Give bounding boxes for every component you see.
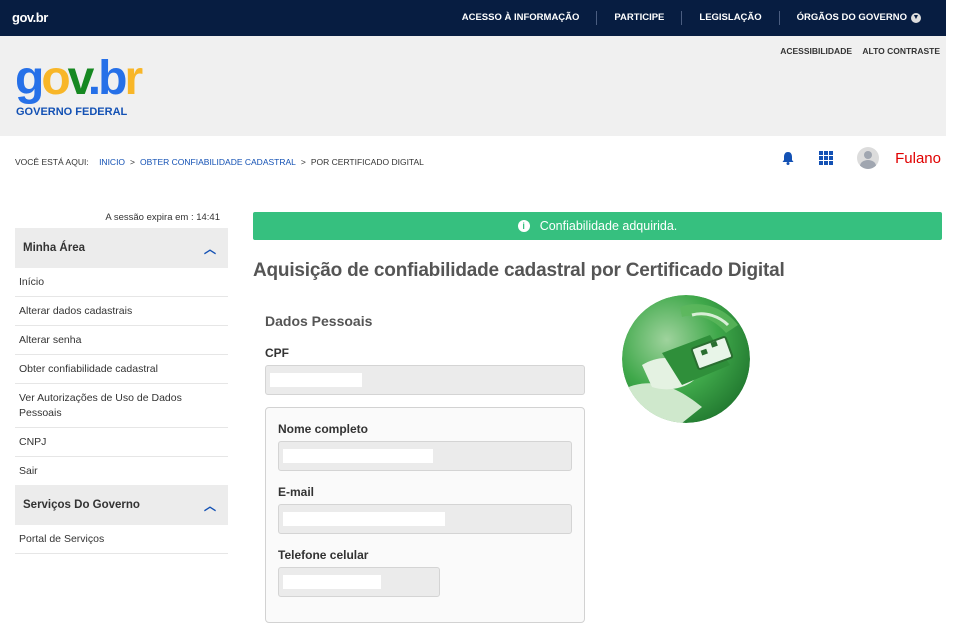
accessibility-links: ACESSIBILIDADE ALTO CONTRASTE xyxy=(772,46,940,56)
bell-icon[interactable] xyxy=(781,151,795,165)
sidebar-item-inicio[interactable]: Início xyxy=(15,268,228,297)
breadcrumb-label: VOCÊ ESTÁ AQUI: xyxy=(15,157,89,167)
sidebar-section-minha-area[interactable]: Minha Área ︿ xyxy=(15,228,228,268)
nav-legislacao[interactable]: LEGISLAÇÃO xyxy=(681,11,778,25)
success-alert: i Confiabilidade adquirida. xyxy=(253,212,942,240)
cpf-field[interactable] xyxy=(265,365,585,395)
chevron-down-icon: ▼ xyxy=(911,13,921,23)
breadcrumb-separator: > xyxy=(130,157,136,167)
nav-participe[interactable]: PARTICIPE xyxy=(596,11,681,25)
header: gov.br GOVERNO FEDERAL ACESSIBILIDADE AL… xyxy=(0,36,946,136)
sidebar-section-title: Serviços Do Governo xyxy=(23,499,140,511)
sidebar-item-cnpj[interactable]: CNPJ xyxy=(15,428,228,457)
cpf-label: CPF xyxy=(265,346,289,360)
sidebar-item-portal-servicos[interactable]: Portal de Serviços xyxy=(15,525,228,554)
phone-label: Telefone celular xyxy=(278,548,369,562)
sidebar-section-servicos[interactable]: Serviços Do Governo ︿ xyxy=(15,485,228,525)
breadcrumb-inicio[interactable]: INICIO xyxy=(99,157,125,167)
user-bar: Fulano xyxy=(781,146,941,170)
govbr-brand-link[interactable]: gov.br xyxy=(12,10,48,25)
sidebar-item-alterar-senha[interactable]: Alterar senha xyxy=(15,326,228,355)
breadcrumb-current: POR CERTIFICADO DIGITAL xyxy=(310,157,424,167)
nav-acesso-informacao[interactable]: ACESSO À INFORMAÇÃO xyxy=(445,11,597,25)
sidebar: A sessão expira em : 14:41 Minha Área ︿ … xyxy=(15,212,228,554)
high-contrast-link[interactable]: ALTO CONTRASTE xyxy=(862,46,940,56)
session-expiry: A sessão expira em : 14:41 xyxy=(105,212,220,223)
breadcrumb-obter-confiabilidade[interactable]: OBTER CONFIABILIDADE CADASTRAL xyxy=(140,157,296,167)
email-field[interactable] xyxy=(278,504,572,534)
sidebar-item-sair[interactable]: Sair xyxy=(15,457,228,485)
certificate-usb-image xyxy=(622,295,750,423)
sidebar-section-title: Minha Área xyxy=(23,242,85,254)
nav-orgaos-governo[interactable]: ÓRGÃOS DO GOVERNO ▼ xyxy=(778,11,938,25)
email-label: E-mail xyxy=(278,485,315,499)
apps-grid-icon[interactable] xyxy=(819,151,834,165)
name-label: Nome completo xyxy=(278,422,369,436)
avatar[interactable] xyxy=(857,147,880,169)
breadcrumb-separator: > xyxy=(300,157,306,167)
section-title: Dados Pessoais xyxy=(265,313,373,329)
govbr-logo[interactable]: gov.br xyxy=(15,54,143,104)
alert-text: Confiabilidade adquirida. xyxy=(539,219,678,233)
phone-field[interactable] xyxy=(278,567,440,597)
accessibility-link[interactable]: ACESSIBILIDADE xyxy=(780,46,852,56)
chevron-up-icon[interactable]: ︿ xyxy=(204,497,216,514)
top-nav: ACESSO À INFORMAÇÃO PARTICIPE LEGISLAÇÃO… xyxy=(445,0,938,36)
page-title: Aquisição de confiabilidade cadastral po… xyxy=(253,260,785,281)
sidebar-item-alterar-dados[interactable]: Alterar dados cadastrais xyxy=(15,297,228,326)
user-name[interactable]: Fulano xyxy=(895,150,941,167)
governo-federal-label: GOVERNO FEDERAL xyxy=(16,106,128,118)
breadcrumb: VOCÊ ESTÁ AQUI: INICIO > OBTER CONFIABILID… xyxy=(15,157,424,167)
nav-orgaos-label: ÓRGÃOS DO GOVERNO xyxy=(796,12,907,23)
sidebar-item-autorizacoes[interactable]: Ver Autorizações de Uso de Dados Pessoai… xyxy=(15,384,228,428)
top-bar: gov.br ACESSO À INFORMAÇÃO PARTICIPE LEG… xyxy=(0,0,946,36)
name-field[interactable] xyxy=(278,441,572,471)
sidebar-item-obter-confiabilidade[interactable]: Obter confiabilidade cadastral xyxy=(15,355,228,384)
info-icon: i xyxy=(517,220,530,232)
chevron-up-icon[interactable]: ︿ xyxy=(204,240,216,257)
